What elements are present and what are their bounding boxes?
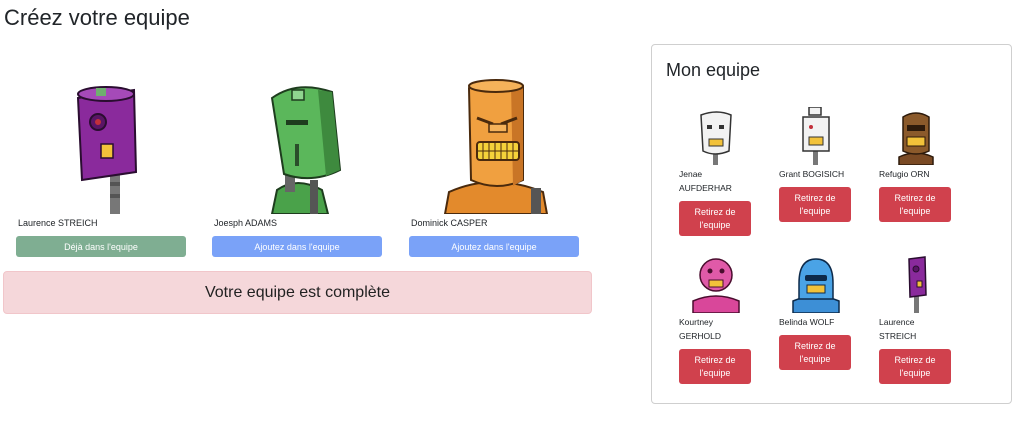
candidate-name: Dominick CASPER: [411, 218, 488, 228]
white-robot-icon: [700, 111, 732, 165]
member-name: Belinda WOLF: [779, 317, 835, 327]
member-name: Grant BOGISICH: [779, 169, 845, 179]
already-in-team-button[interactable]: Déjà dans l'equipe: [16, 236, 186, 257]
remove-from-team-button[interactable]: Retirez de l'equipe: [679, 201, 751, 236]
team-panel: Mon equipe Jenae AUFDERHAR Retirez de l'…: [651, 44, 1012, 404]
remove-from-team-button[interactable]: Retirez de l'equipe: [879, 187, 951, 222]
green-robot-icon: [270, 86, 342, 214]
remove-from-team-button[interactable]: Retirez de l'equipe: [779, 335, 851, 370]
blue-robot-icon: [792, 258, 840, 313]
team-title: Mon equipe: [666, 60, 761, 80]
white-bottle-robot-icon: [802, 107, 830, 165]
team-member: Grant BOGISICH Retirez de l'equipe: [779, 107, 853, 222]
candidate-name: Laurence STREICH: [18, 218, 98, 228]
add-to-team-button[interactable]: Ajoutez dans l'equipe: [409, 236, 579, 257]
team-member: Refugio ORN Retirez de l'equipe: [879, 107, 953, 222]
member-name: Refugio ORN: [879, 169, 930, 179]
alert-text: Votre equipe est complète: [204, 283, 390, 301]
team-complete-alert: Votre equipe est complète: [3, 271, 592, 314]
remove-from-team-button[interactable]: Retirez de l'equipe: [779, 187, 851, 222]
add-to-team-button[interactable]: Ajoutez dans l'equipe: [212, 236, 382, 257]
team-member: Laurence STREICH Retirez de l'equipe: [879, 255, 953, 384]
orange-robot-icon: [443, 79, 549, 214]
team-member: Belinda WOLF Retirez de l'equipe: [779, 255, 853, 370]
candidate-name: Joesph ADAMS: [214, 218, 278, 228]
pink-robot-icon: [692, 258, 740, 313]
purple-tall-robot-icon: [908, 256, 927, 313]
candidate-card: Dominick CASPER Ajoutez dans l'equipe: [409, 60, 579, 257]
purple-tall-robot-icon: [76, 86, 138, 214]
brown-robot-icon: [898, 112, 934, 165]
member-name: Jenae AUFDERHAR: [679, 169, 732, 193]
page-title: Créez votre equipe: [4, 5, 190, 30]
member-name: Laurence STREICH: [879, 317, 917, 341]
team-member: Jenae AUFDERHAR Retirez de l'equipe: [679, 107, 753, 236]
remove-from-team-button[interactable]: Retirez de l'equipe: [879, 349, 951, 384]
team-member: Kourtney GERHOLD Retirez de l'equipe: [679, 255, 753, 384]
remove-from-team-button[interactable]: Retirez de l'equipe: [679, 349, 751, 384]
member-name: Kourtney GERHOLD: [679, 317, 722, 341]
candidate-card: Laurence STREICH Déjà dans l'equipe: [16, 60, 186, 257]
candidate-card: Joesph ADAMS Ajoutez dans l'equipe: [212, 60, 382, 257]
